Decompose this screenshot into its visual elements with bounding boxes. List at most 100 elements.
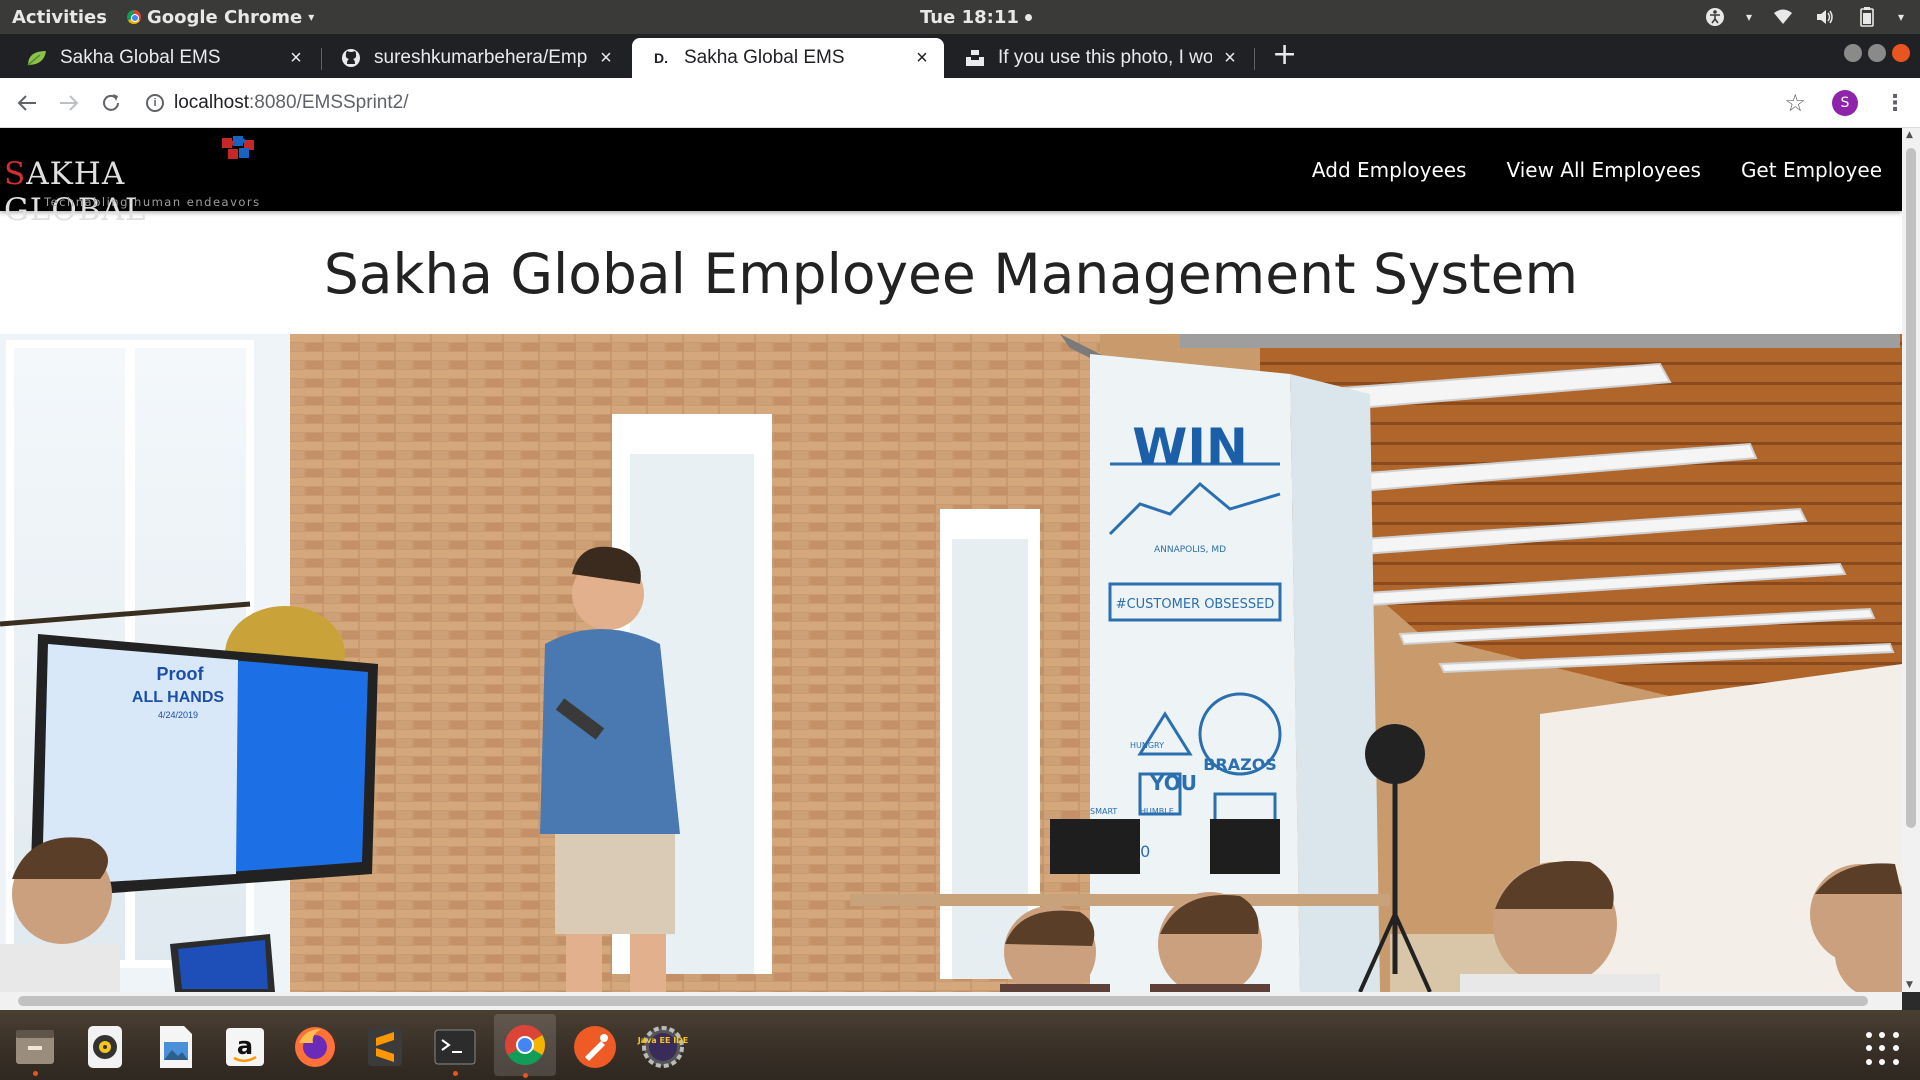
clock[interactable]: Tue 18:11 [920,0,1032,34]
sakha-global-logo[interactable]: SAKHA GLOBAL Technabling human endeavors [2,132,262,228]
tab-sakha-global-ems-1[interactable]: Sakha Global EMS × [8,38,318,78]
page-title: Sakha Global Employee Management System [323,242,1579,306]
browser-tab-strip: Sakha Global EMS × sureshkumarbehera/Emp… [0,34,1920,78]
bookmark-star-icon[interactable]: ☆ [1784,89,1806,117]
svg-text:BRAZOS: BRAZOS [1203,755,1277,774]
svg-text:4/24/2019: 4/24/2019 [158,710,198,720]
system-top-bar: Activities Google Chrome ▾ Tue 18:11 ▾ ▾ [0,0,1920,34]
url-text: localhost:8080/EMSSprint2/ [174,92,408,114]
nav-get-employee[interactable]: Get Employee [1741,158,1882,182]
close-tab-icon[interactable]: × [1220,47,1240,70]
scroll-up-icon[interactable]: ▲ [1906,130,1913,140]
minimize-button[interactable] [1844,44,1862,62]
caret-down-icon: ▾ [1745,10,1752,24]
show-applications-button[interactable] [1866,1032,1900,1066]
accessibility-icon[interactable] [1704,6,1726,28]
caret-down-icon: ▾ [1897,10,1904,24]
arrow-right-icon [60,94,79,111]
vertical-scroll-thumb[interactable] [1906,148,1916,828]
tab-separator [1254,48,1255,70]
nav-view-all-employees[interactable]: View All Employees [1506,158,1700,182]
postman-icon [574,1026,616,1068]
volume-icon[interactable] [1814,6,1836,28]
activities-button[interactable]: Activities [0,7,107,28]
svg-text:ALL HANDS: ALL HANDS [132,689,224,706]
terminal-icon [434,1029,476,1065]
logo-tagline: Technabling human endeavors [44,195,261,209]
tab-github-repo[interactable]: sureshkumarbehera/Empl × [322,38,628,78]
clock-label: Tue 18:11 [920,6,1019,28]
info-icon[interactable]: i [146,93,164,112]
svg-text:SMART: SMART [1090,807,1117,816]
arrow-left-icon [17,94,36,111]
svg-text:HUNGRY: HUNGRY [1130,741,1164,750]
dock-amazon[interactable]: a [218,1020,272,1074]
office-meeting-photo: WIN ANNAPOLIS, MD #CUSTOMER OBSESSED BRA… [0,334,1902,992]
site-nav-links: Add Employees View All Employees Get Emp… [1312,128,1882,211]
dock-chrome[interactable] [494,1014,556,1078]
eclipse-javaee-icon [642,1026,684,1068]
dock-files[interactable] [8,1020,62,1076]
tab-title: If you use this photo, I wo [998,47,1212,68]
vertical-scrollbar[interactable]: ▲ ▼ [1902,128,1920,992]
dock-terminal[interactable] [428,1020,482,1076]
close-tab-icon[interactable]: × [286,47,306,70]
dock-eclipse-javaee[interactable]: Java EE IDE [636,1020,690,1074]
svg-text:a: a [237,1032,253,1060]
url-path: :8080/EMSSprint2/ [249,91,409,113]
chrome-icon [126,10,141,24]
files-icon [16,1030,54,1064]
window-controls [1844,44,1910,62]
horizontal-scrollbar[interactable] [0,992,1902,1010]
profile-avatar[interactable]: S [1832,90,1858,116]
ubuntu-dock: a Java EE IDE [0,1010,1920,1080]
site-navbar: SAKHA GLOBAL Technabling human endeavors… [0,128,1902,228]
browser-toolbar: i localhost:8080/EMSSprint2/ ☆ S ⋮ [0,78,1920,128]
svg-text:#CUSTOMER OBSESSED: #CUSTOMER OBSESSED [1116,597,1275,612]
nav-add-employees[interactable]: Add Employees [1312,158,1467,182]
new-tab-button[interactable]: + [1272,40,1297,70]
svg-text:YOU: YOU [1149,771,1197,795]
dock-image-viewer[interactable] [148,1020,202,1074]
battery-icon[interactable] [1856,6,1878,28]
close-window-button[interactable] [1892,44,1910,62]
app-menu-label: Google Chrome [146,6,303,28]
running-indicator [523,1073,528,1078]
scroll-down-icon[interactable]: ▼ [1906,980,1913,990]
rhythmbox-icon [88,1026,122,1068]
system-tray[interactable]: ▾ ▾ [1704,0,1904,34]
reload-icon [103,93,119,111]
firefox-icon [295,1027,335,1067]
address-bar[interactable]: i localhost:8080/EMSSprint2/ [146,92,408,114]
running-indicator [33,1071,38,1076]
amazon-icon: a [226,1028,264,1066]
d-icon: D. [654,50,668,66]
wifi-icon[interactable] [1772,6,1794,28]
tab-unsplash-photo[interactable]: If you use this photo, I wo × [946,38,1252,78]
back-button[interactable] [6,82,48,124]
image-viewer-icon [160,1026,192,1068]
dock-postman[interactable] [568,1020,622,1074]
toolbar-actions: ☆ S ⋮ [1784,78,1906,128]
maximize-button[interactable] [1868,44,1886,62]
app-menu[interactable]: Google Chrome ▾ [126,6,315,28]
tab-title: Sakha Global EMS [684,47,845,68]
horizontal-scroll-thumb[interactable] [18,996,1868,1006]
dock-firefox[interactable] [288,1020,342,1074]
forward-button[interactable] [48,82,90,124]
tab-sakha-global-ems-active[interactable]: D. Sakha Global EMS × [632,38,944,78]
close-tab-icon[interactable]: × [596,47,616,70]
dock-rhythmbox[interactable] [78,1020,132,1074]
leaf-icon [26,47,48,69]
svg-text:HUMBLE: HUMBLE [1140,807,1174,816]
dock-sublime-text[interactable] [358,1020,412,1074]
chrome-icon [505,1025,545,1065]
more-menu-icon[interactable]: ⋮ [1884,91,1906,116]
svg-text:WIN: WIN [1132,418,1248,476]
close-tab-icon[interactable]: × [912,47,932,70]
url-host: localhost [174,91,249,113]
logo-text: SAKHA GLOBAL [4,156,147,228]
reload-button[interactable] [90,82,132,124]
eclipse-label: Java EE IDE [637,1036,689,1045]
caret-down-icon: ▾ [308,10,315,24]
